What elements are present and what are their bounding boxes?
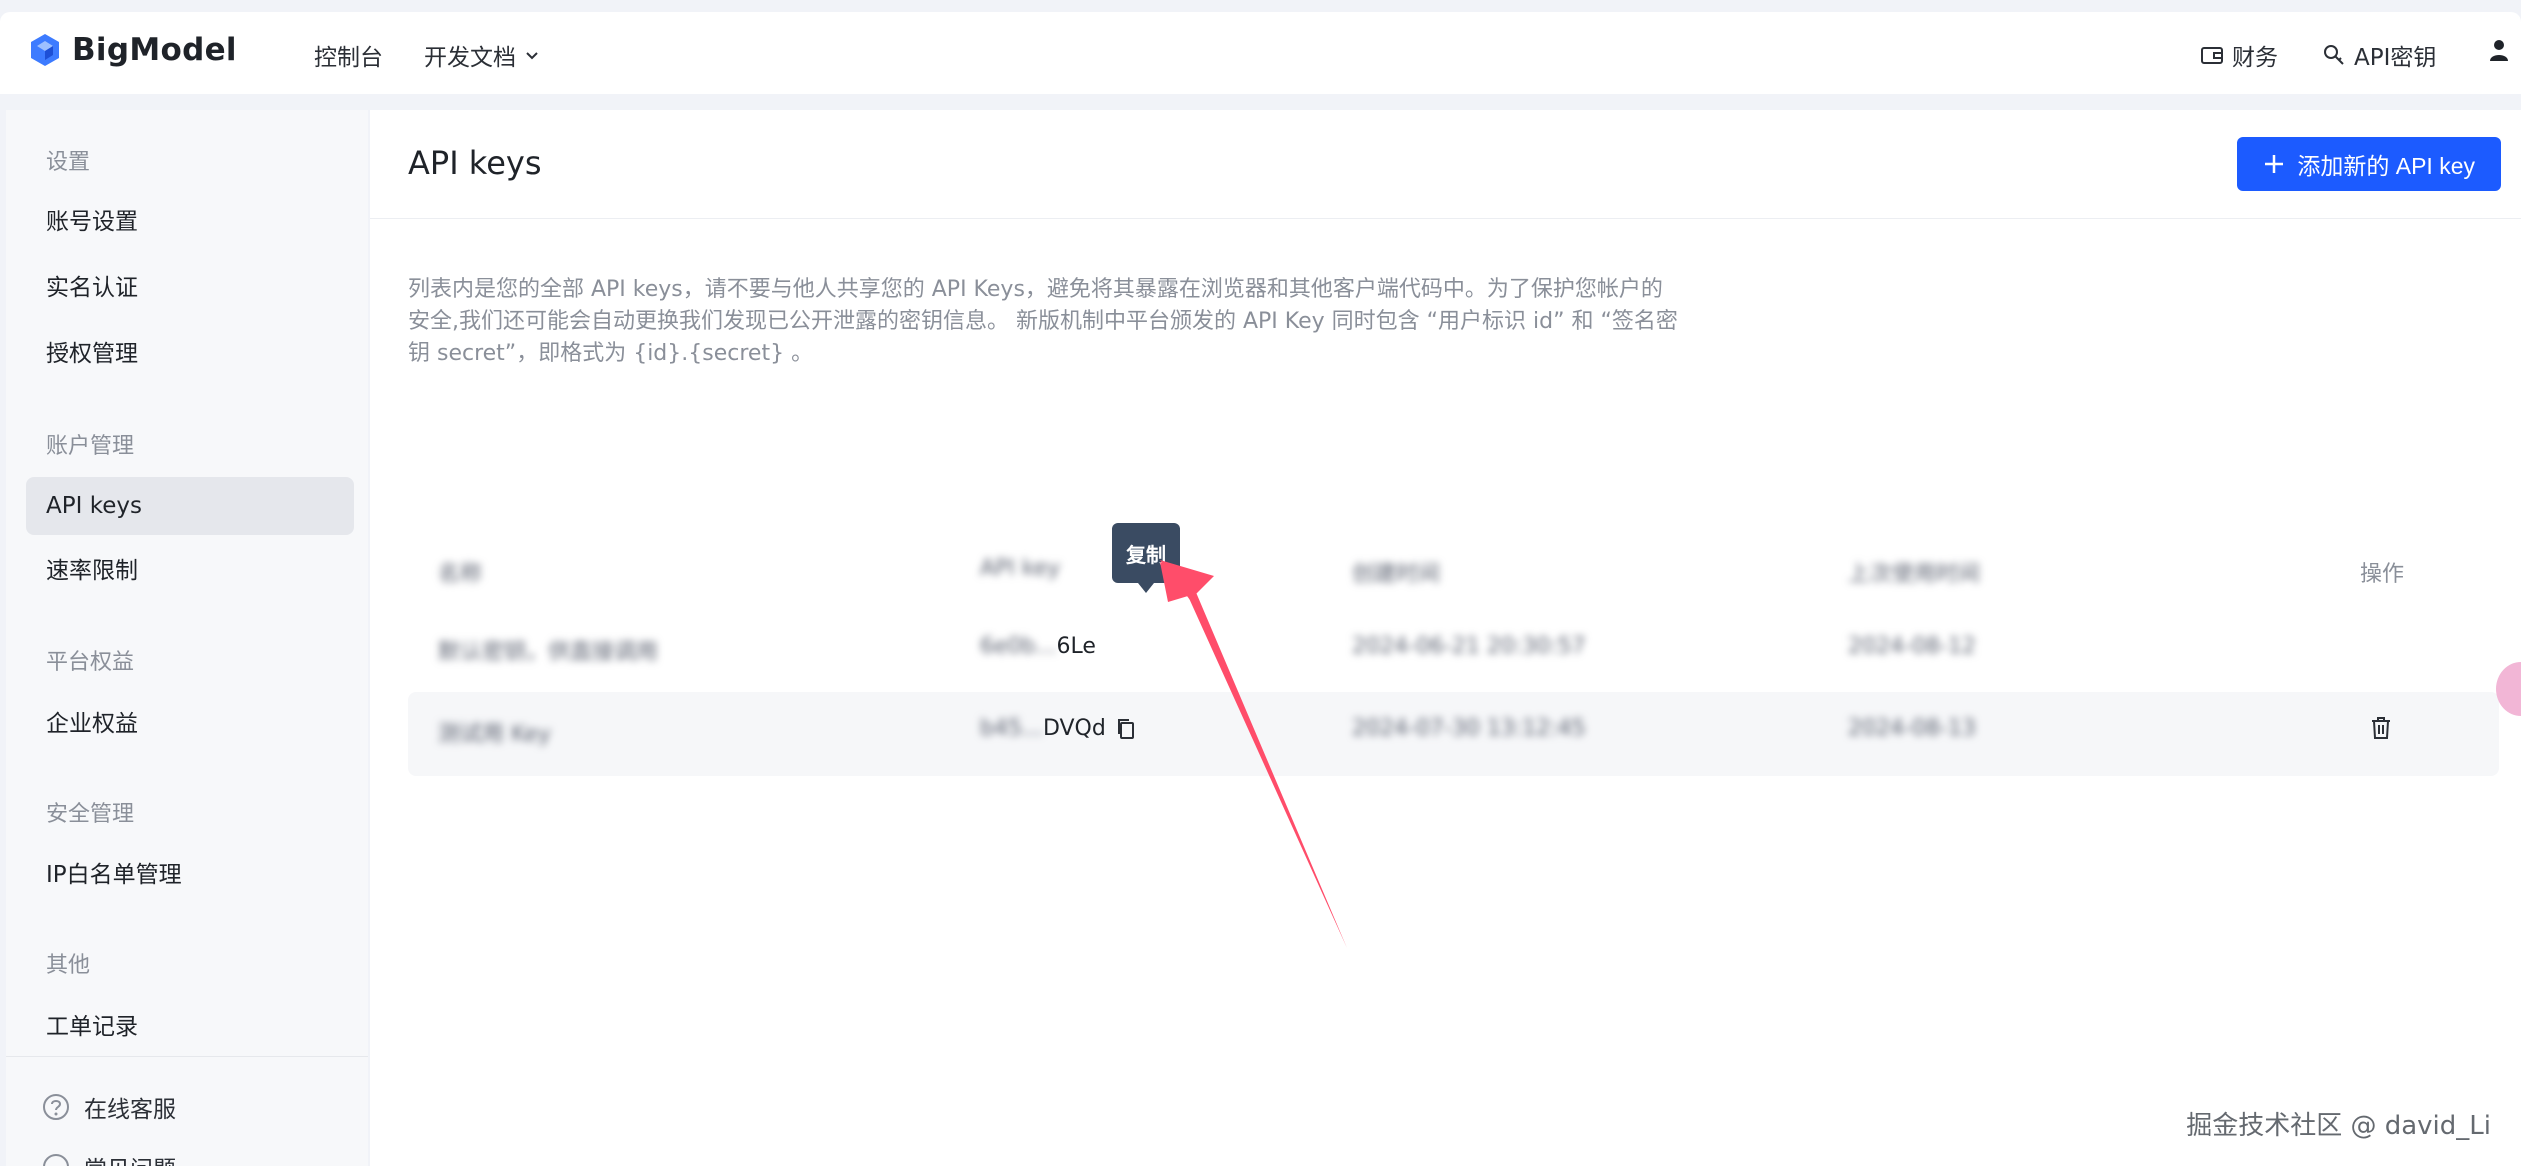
key-icon — [2324, 45, 2344, 65]
column-header-name: 名称 — [438, 562, 483, 587]
logo-text: BigModel — [72, 32, 237, 68]
main-panel: API keys 添加新的 API key 列表内是您的全部 API keys，… — [370, 110, 2521, 1166]
online-support[interactable]: 在线客服 — [42, 1090, 176, 1124]
column-header-actions: 操作 — [2360, 562, 2405, 587]
watermark: 掘金技术社区 @ david_Li — [2186, 1111, 2491, 1141]
chevron-down-icon — [526, 52, 538, 60]
sidebar-item-real-name[interactable]: 实名认证 — [26, 259, 354, 317]
row-name: 默认密钥，供直接调用 — [438, 640, 659, 665]
sidebar: 设置 账号设置 实名认证 授权管理 账户管理 API keys 速率限制 平台权… — [6, 110, 368, 1166]
plus-icon — [2265, 155, 2284, 173]
nav-dev-docs[interactable]: 开发文档 — [424, 38, 540, 72]
row-api-key[interactable]: 6e0b...6Le — [980, 634, 1096, 659]
help-circle-icon — [43, 1094, 69, 1120]
faq-icon — [43, 1154, 69, 1166]
description-text: 列表内是您的全部 API keys，请不要与他人共享您的 API Keys，避免… — [408, 277, 1678, 366]
logo[interactable]: BigModel — [28, 32, 237, 68]
sidebar-group-account: 账户管理 — [46, 434, 135, 459]
delete-button[interactable] — [2370, 716, 2392, 746]
trash-icon — [2372, 717, 2390, 739]
sidebar-divider — [6, 1056, 368, 1057]
wallet-icon — [2201, 47, 2223, 64]
user-icon — [2490, 40, 2508, 61]
sidebar-group-other: 其他 — [46, 953, 91, 978]
sidebar-item-enterprise[interactable]: 企业权益 — [26, 695, 354, 753]
row-created: 2024-06-21 20:30:57 — [1352, 634, 1586, 659]
copy-tooltip: 复制 — [1112, 523, 1180, 593]
bigmodel-logo-icon — [31, 34, 59, 66]
add-api-key-button[interactable]: 添加新的 API key — [2237, 137, 2501, 191]
page-title: API keys — [408, 144, 542, 182]
sidebar-group-security: 安全管理 — [46, 802, 135, 827]
column-header-key: API key — [980, 556, 1061, 581]
column-header-created: 创建时间 — [1352, 562, 1441, 587]
top-bar: BigModel 控制台 开发文档 财务 API密钥 — [0, 12, 2521, 94]
sidebar-item-rate-limit[interactable]: 速率限制 — [26, 542, 354, 600]
row-last-used: 2024-08-13 — [1848, 716, 1976, 741]
sidebar-item-ip-whitelist[interactable]: IP白名单管理 — [26, 846, 354, 904]
sidebar-item-authorization[interactable]: 授权管理 — [26, 325, 354, 383]
title-divider — [370, 218, 2521, 219]
row-last-used: 2024-08-12 — [1848, 634, 1976, 659]
nav-finance[interactable]: 财务 — [2200, 38, 2278, 72]
row-api-key[interactable]: b45... DVQd — [980, 716, 1136, 741]
faq[interactable]: 常见问题 — [42, 1150, 176, 1166]
row-created: 2024-07-30 13:12:45 — [1352, 716, 1586, 741]
sidebar-item-tickets[interactable]: 工单记录 — [26, 998, 354, 1056]
copy-icon[interactable] — [1116, 718, 1136, 740]
sidebar-item-account-settings[interactable]: 账号设置 — [26, 193, 354, 251]
sidebar-group-settings: 设置 — [46, 150, 91, 175]
sidebar-item-api-keys[interactable]: API keys — [26, 477, 354, 535]
nav-api-key[interactable]: API密钥 — [2322, 38, 2436, 72]
nav-console[interactable]: 控制台 — [314, 38, 383, 72]
sidebar-group-benefits: 平台权益 — [46, 650, 135, 675]
column-header-last-used: 上次使用时间 — [1848, 562, 1981, 587]
row-name: 测试用 Key — [438, 722, 551, 747]
user-avatar[interactable] — [2488, 38, 2510, 62]
